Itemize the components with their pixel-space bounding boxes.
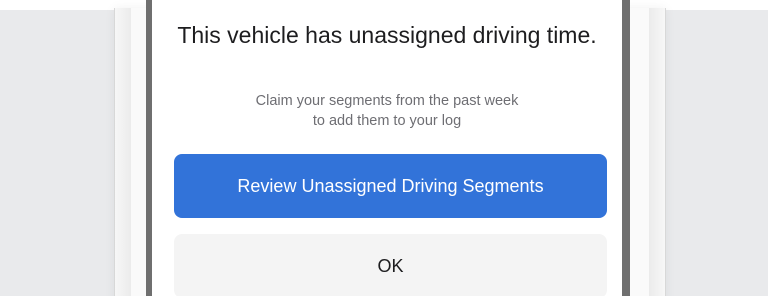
screenshot-stage: This vehicle has unassigned driving time… <box>0 0 768 296</box>
dialog-title: This vehicle has unassigned driving time… <box>177 22 597 48</box>
review-unassigned-segments-button[interactable]: Review Unassigned Driving Segments <box>174 154 607 218</box>
dialog-screen: This vehicle has unassigned driving time… <box>152 0 622 296</box>
ok-button[interactable]: OK <box>174 234 607 296</box>
dialog-subtitle-line-1: Claim your segments from the past week <box>255 93 519 109</box>
dialog-subtitle: Claim your segments from the past week t… <box>182 91 592 131</box>
dialog-subtitle-line-2: to add them to your log <box>312 113 462 129</box>
